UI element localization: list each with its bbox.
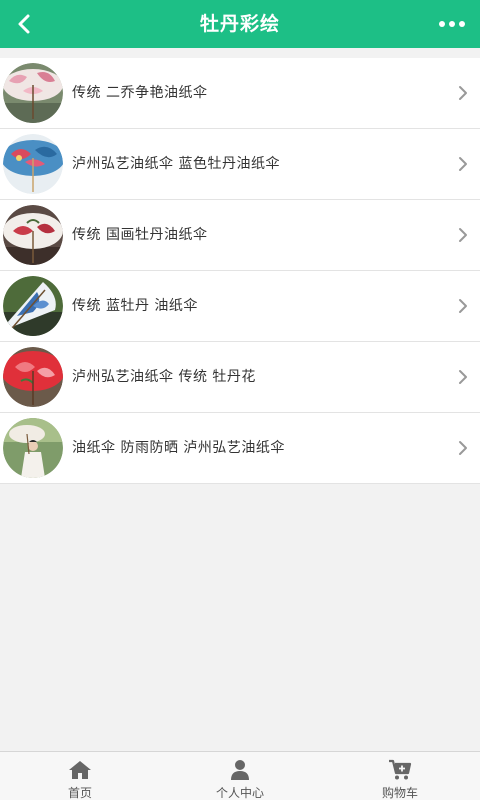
parasol-thumbnail-image (3, 63, 63, 123)
list-item[interactable]: 传统 二乔争艳油纸伞 (0, 58, 480, 129)
item-title: 泸州弘艺油纸伞 传统 牡丹花 (72, 369, 256, 385)
tab-profile[interactable]: 个人中心 (160, 752, 320, 800)
item-title: 传统 二乔争艳油纸伞 (72, 85, 208, 101)
item-title: 油纸伞 防雨防晒 泸州弘艺油纸伞 (72, 440, 285, 456)
app-header: 牡丹彩绘 (0, 0, 480, 48)
parasol-thumbnail-image (3, 134, 63, 194)
parasol-thumbnail-image (3, 205, 63, 265)
tab-profile-label: 个人中心 (215, 786, 264, 800)
chevron-right-icon (459, 299, 467, 313)
list-item[interactable]: 传统 国画牡丹油纸伞 (0, 200, 480, 271)
chevron-right-icon (459, 86, 467, 100)
more-dots-icon (439, 21, 445, 27)
cart-icon (389, 759, 412, 780)
tab-home[interactable]: 首页 (0, 752, 160, 800)
page-title: 牡丹彩绘 (199, 13, 280, 35)
item-title: 泸州弘艺油纸伞 蓝色牡丹油纸伞 (72, 156, 280, 172)
person-icon (231, 760, 249, 780)
tab-cart[interactable]: 购物车 (320, 752, 480, 800)
chevron-right-icon (459, 228, 467, 242)
list-item[interactable]: 泸州弘艺油纸伞 传统 牡丹花 (0, 342, 480, 413)
parasol-thumbnail-image (3, 347, 63, 407)
woman-with-parasol-image (3, 418, 63, 478)
home-icon (69, 761, 91, 779)
list-item[interactable]: 泸州弘艺油纸伞 蓝色牡丹油纸伞 (0, 129, 480, 200)
parasol-thumbnail-image (3, 276, 63, 336)
tab-home-label: 首页 (67, 786, 92, 800)
chevron-right-icon (459, 157, 467, 171)
product-list: 传统 二乔争艳油纸伞 泸州弘艺油纸伞 蓝色牡丹油纸伞 传统 国画牡丹油纸伞 传统… (0, 58, 480, 484)
chevron-right-icon (459, 441, 467, 455)
bottom-tab-bar: 首页 个人中心 购物车 (0, 751, 480, 800)
list-item[interactable]: 传统 蓝牡丹 油纸伞 (0, 271, 480, 342)
list-item[interactable]: 油纸伞 防雨防晒 泸州弘艺油纸伞 (0, 413, 480, 484)
item-title: 传统 国画牡丹油纸伞 (72, 227, 208, 243)
more-menu-button[interactable] (432, 10, 472, 38)
tab-cart-label: 购物车 (381, 786, 418, 800)
chevron-right-icon (459, 370, 467, 384)
item-title: 传统 蓝牡丹 油纸伞 (72, 298, 198, 314)
